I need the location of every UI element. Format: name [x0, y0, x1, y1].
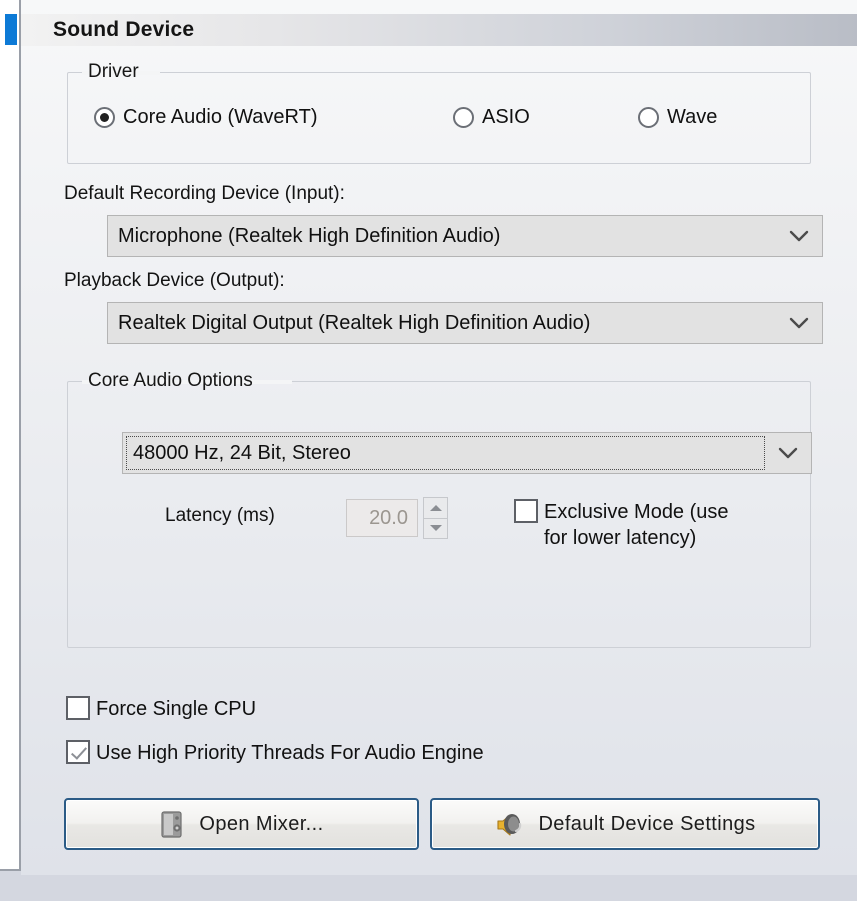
- recording-device-label: Default Recording Device (Input):: [64, 183, 345, 204]
- mixer-speaker-icon: [159, 809, 185, 839]
- recording-device-value: Microphone (Realtek High Definition Audi…: [118, 224, 501, 247]
- triangle-down-icon: [429, 525, 442, 532]
- latency-label: Latency (ms): [165, 505, 275, 526]
- playback-device-label: Playback Device (Output):: [64, 270, 285, 291]
- radio-core-audio-label: Core Audio (WaveRT): [123, 106, 318, 128]
- exclusive-mode-checkbox-box[interactable]: [514, 499, 538, 523]
- latency-stepper[interactable]: [423, 497, 448, 539]
- exclusive-mode-label-line2: for lower latency): [544, 527, 697, 549]
- driver-group: Driver Core Audio (WaveRT) ASIO Wave: [67, 61, 811, 164]
- force-single-cpu-checkbox[interactable]: Force Single CPU: [66, 696, 256, 722]
- triangle-up-icon: [429, 504, 442, 511]
- default-device-settings-button[interactable]: Default Device Settings: [430, 798, 820, 850]
- open-mixer-button[interactable]: Open Mixer...: [64, 798, 419, 850]
- open-mixer-button-label: Open Mixer...: [199, 812, 324, 835]
- sound-device-settings-panel: Sound Device Driver Core Audio (WaveRT) …: [0, 0, 857, 901]
- chevron-down-icon[interactable]: [765, 446, 811, 460]
- latency-input[interactable]: 20.0: [346, 499, 418, 537]
- radio-core-audio[interactable]: Core Audio (WaveRT): [94, 106, 318, 129]
- exclusive-mode-label: Exclusive Mode (use for lower latency): [544, 499, 729, 551]
- selected-category-marker[interactable]: [5, 14, 17, 45]
- radio-wave-indicator[interactable]: [638, 107, 659, 128]
- playback-device-select[interactable]: Realtek Digital Output (Realtek High Def…: [107, 302, 823, 344]
- recording-device-select[interactable]: Microphone (Realtek High Definition Audi…: [107, 215, 823, 257]
- audio-format-value: 48000 Hz, 24 Bit, Stereo: [133, 441, 351, 464]
- driver-group-legend: Driver: [88, 61, 139, 82]
- audio-format-select[interactable]: 48000 Hz, 24 Bit, Stereo: [122, 432, 812, 474]
- radio-asio-indicator[interactable]: [453, 107, 474, 128]
- force-single-cpu-checkbox-box[interactable]: [66, 696, 90, 720]
- high-priority-threads-checkbox-box[interactable]: [66, 740, 90, 764]
- chevron-down-icon[interactable]: [776, 229, 822, 243]
- latency-decrease-button[interactable]: [423, 517, 448, 539]
- section-header: Sound Device: [21, 14, 857, 46]
- radio-wave[interactable]: Wave: [638, 106, 717, 129]
- exclusive-mode-checkbox[interactable]: Exclusive Mode (use for lower latency): [514, 499, 784, 551]
- core-audio-options-group: Core Audio Options 48000 Hz, 24 Bit, Ste…: [67, 370, 812, 648]
- radio-wave-label: Wave: [667, 106, 718, 128]
- core-audio-options-legend: Core Audio Options: [88, 370, 253, 391]
- playback-device-value: Realtek Digital Output (Realtek High Def…: [118, 311, 591, 334]
- high-priority-threads-checkbox[interactable]: Use High Priority Threads For Audio Engi…: [66, 740, 484, 766]
- high-priority-threads-label: Use High Priority Threads For Audio Engi…: [96, 742, 484, 764]
- default-device-settings-button-label: Default Device Settings: [538, 812, 756, 835]
- radio-core-audio-indicator[interactable]: [94, 107, 115, 128]
- speaker-horn-icon: [494, 809, 524, 839]
- exclusive-mode-label-line1: Exclusive Mode (use: [544, 501, 729, 523]
- latency-increase-button[interactable]: [423, 497, 448, 518]
- settings-panel-body: Sound Device Driver Core Audio (WaveRT) …: [21, 0, 857, 875]
- page-title: Sound Device: [53, 18, 195, 41]
- chevron-down-icon[interactable]: [776, 316, 822, 330]
- radio-asio[interactable]: ASIO: [453, 106, 530, 129]
- radio-asio-label: ASIO: [482, 106, 530, 128]
- latency-value: 20.0: [369, 506, 408, 529]
- left-selector-strip: [0, 0, 21, 871]
- force-single-cpu-label: Force Single CPU: [96, 698, 257, 720]
